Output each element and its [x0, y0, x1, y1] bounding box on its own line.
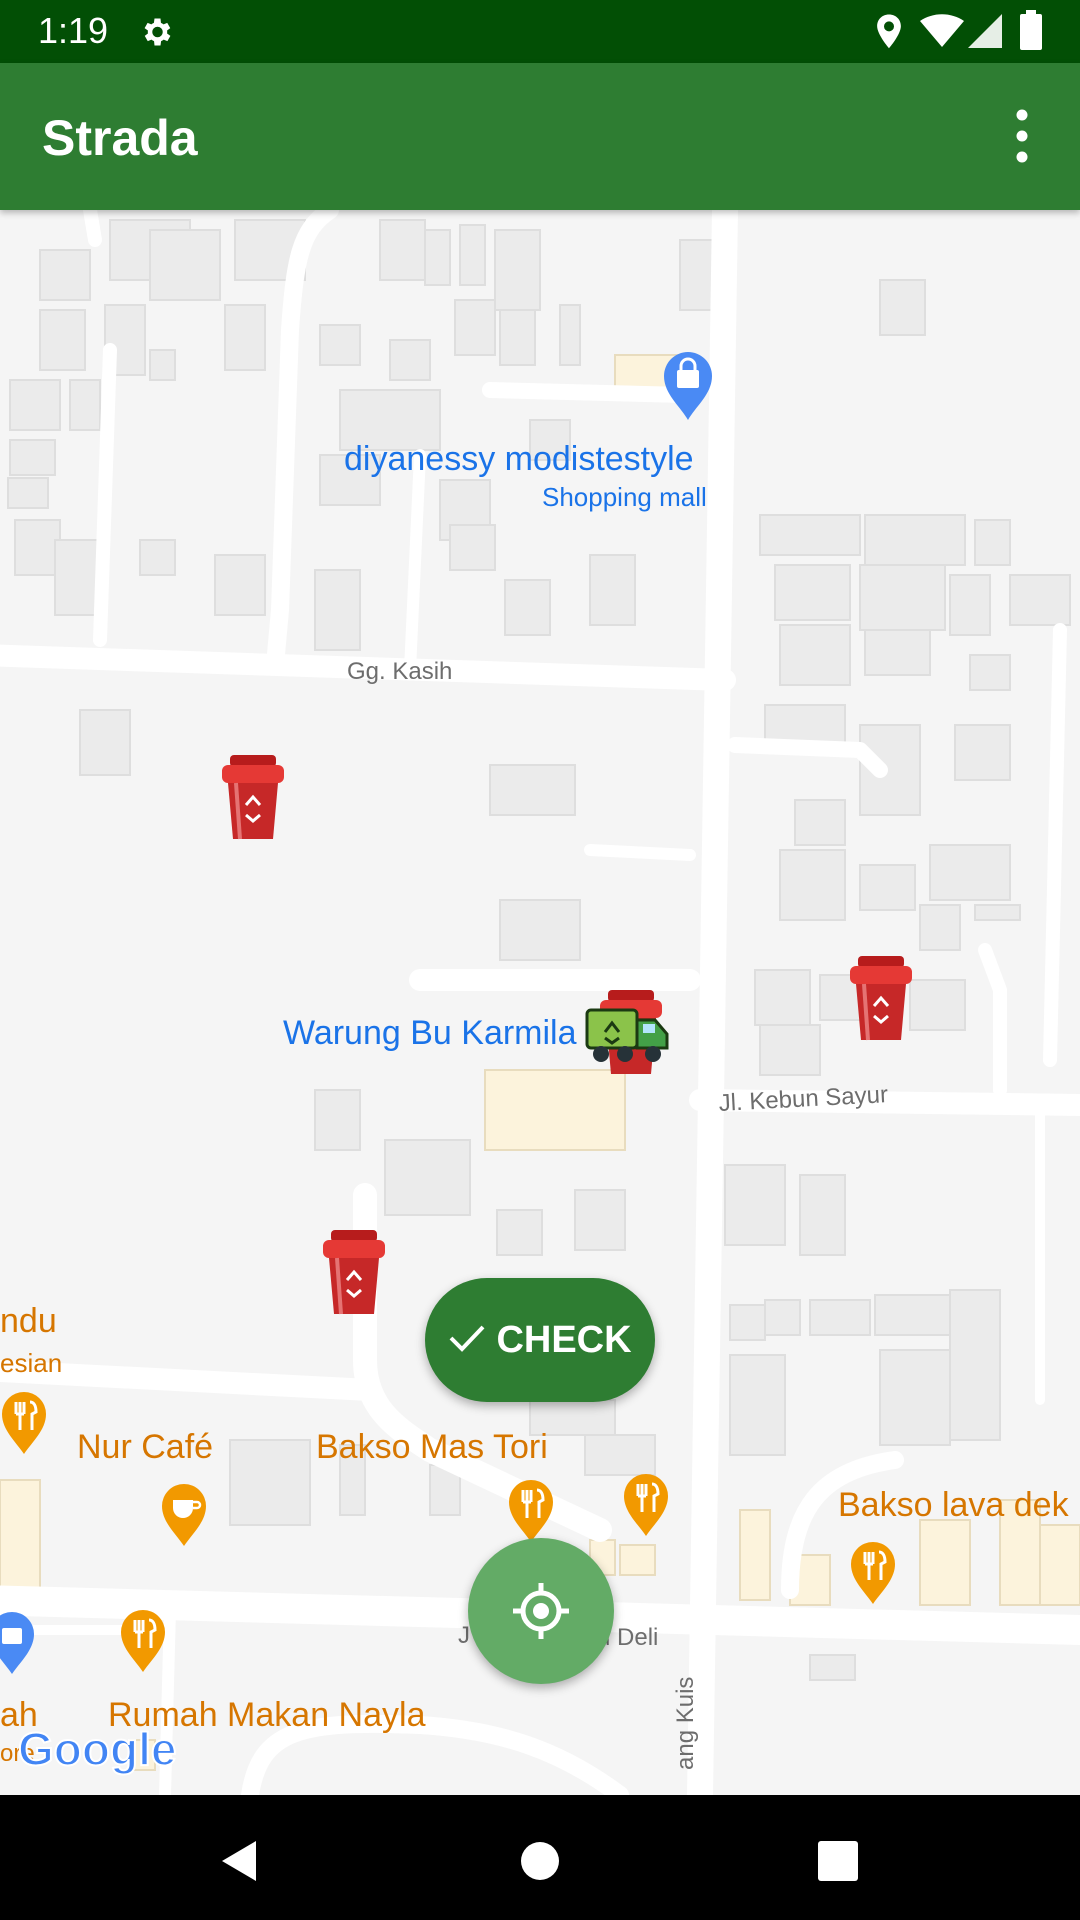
check-button-label: CHECK: [496, 1318, 632, 1361]
back-icon[interactable]: [218, 1839, 258, 1888]
my-location-icon: [511, 1581, 571, 1646]
more-vert-icon[interactable]: [1000, 103, 1044, 169]
wifi-icon: [920, 14, 964, 53]
poi-nur-cafe[interactable]: Nur Café: [77, 1428, 213, 1467]
check-icon: [448, 1323, 486, 1358]
poi-bakso-mas-tori[interactable]: Bakso Mas Tori: [316, 1428, 548, 1467]
recents-icon[interactable]: [818, 1841, 858, 1886]
poi-bakso-lava[interactable]: Bakso lava dek: [838, 1486, 1069, 1525]
google-logo: Google: [17, 1722, 177, 1776]
poi-left-partial-1: ndu: [0, 1302, 57, 1340]
app-title: Strada: [42, 110, 198, 166]
battery-icon: [1020, 10, 1042, 55]
poi-left-partial-2: esian: [0, 1348, 63, 1378]
street-bottom-left-partial: J: [458, 1622, 470, 1649]
gear-icon: [138, 14, 174, 55]
app-bar: Strada: [0, 63, 1080, 210]
signal-icon: [968, 14, 1002, 53]
navigation-bar: [0, 1795, 1080, 1920]
status-bar: 1:19: [0, 0, 1080, 63]
street-gg-kasih: Gg. Kasih: [347, 658, 453, 685]
poi-shop-category: Shopping mall: [542, 482, 707, 512]
status-time: 1:19: [38, 10, 109, 51]
poi-warung[interactable]: Warung Bu Karmila: [283, 1014, 577, 1053]
location-icon: [874, 13, 904, 56]
street-vertical: ang Kuis: [672, 1676, 699, 1770]
my-location-button[interactable]: [468, 1538, 614, 1684]
google-logo-text: Google: [17, 1722, 177, 1776]
poi-shop-name[interactable]: diyanessy modistestyle: [344, 440, 694, 479]
check-button[interactable]: CHECK: [425, 1278, 655, 1402]
home-icon[interactable]: [520, 1841, 560, 1886]
